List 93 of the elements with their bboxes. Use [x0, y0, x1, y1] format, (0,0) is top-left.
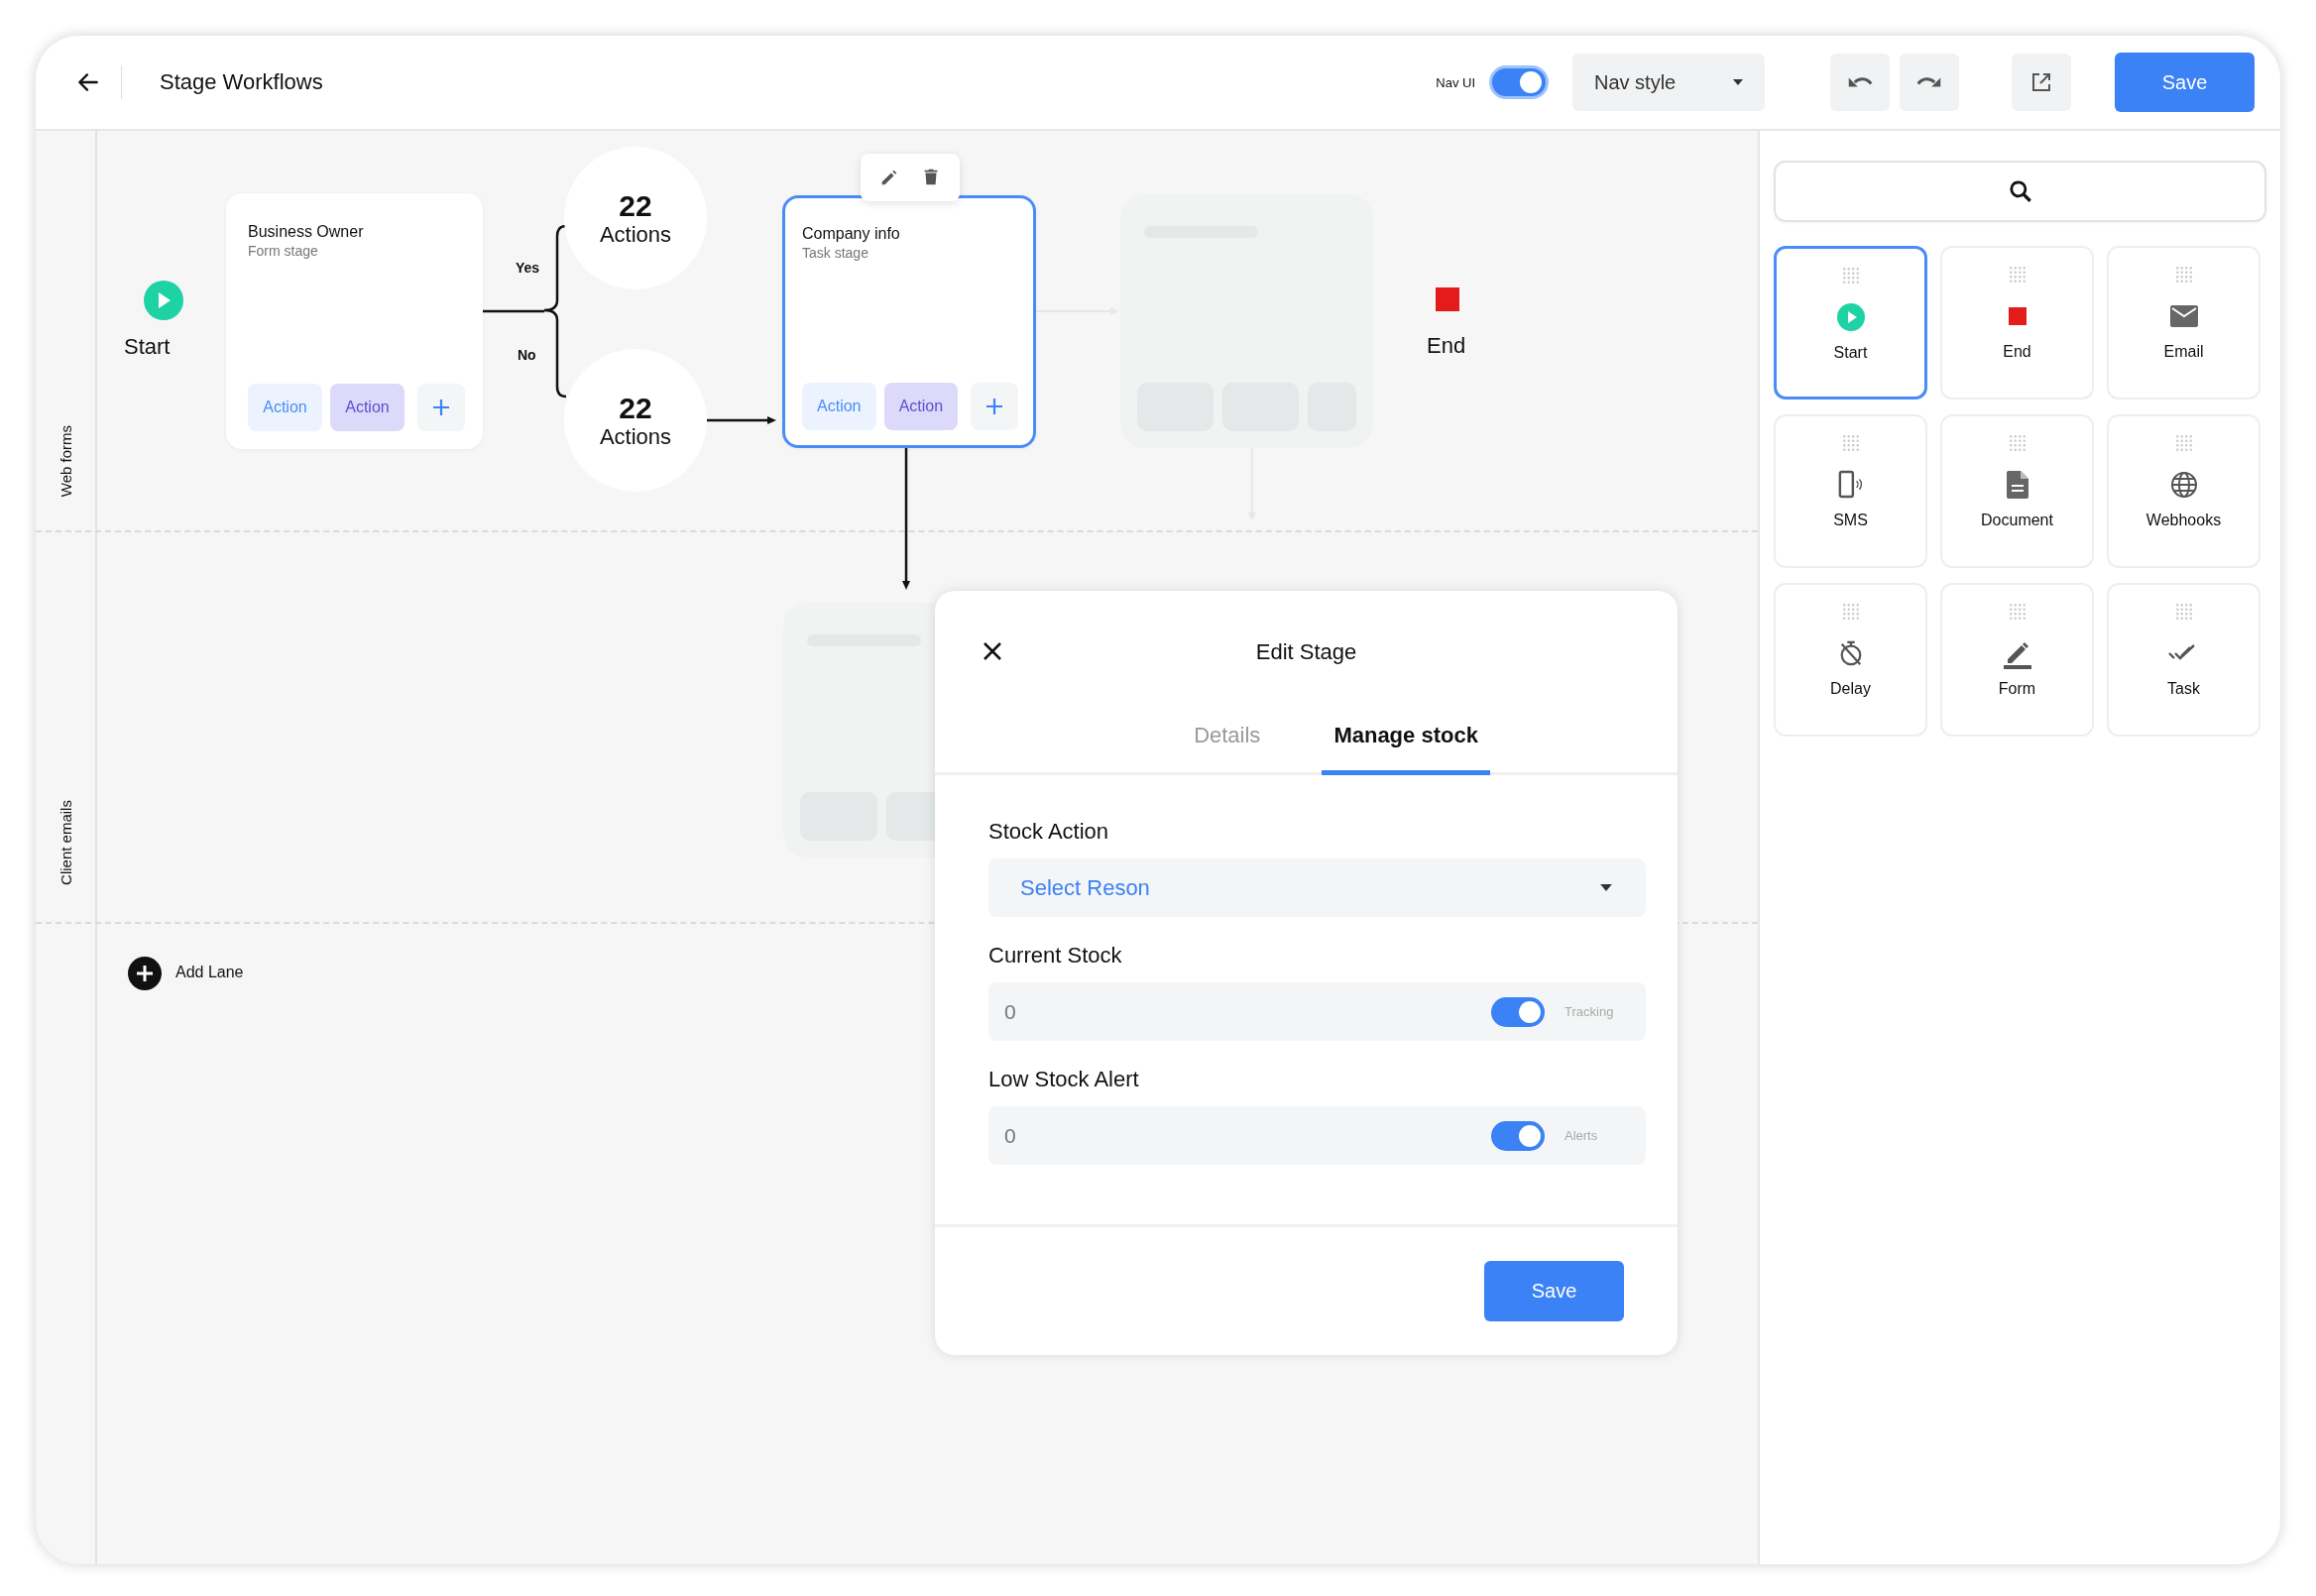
save-button[interactable]: Save [1484, 1261, 1624, 1321]
lane-label: Client emails [57, 800, 74, 885]
envelope-icon [2169, 305, 2198, 327]
stage-card[interactable]: Business Owner Form stage Action Action [226, 193, 483, 449]
add-action-button[interactable] [416, 384, 465, 431]
stage-type: Form stage [248, 243, 319, 259]
action-count: 22 [619, 391, 652, 424]
branch-label: No [518, 347, 536, 363]
number-field[interactable]: 0 Tracking [988, 982, 1646, 1041]
field-label: Stock Action [988, 819, 1110, 845]
redo-button[interactable] [1900, 54, 1959, 111]
stage-title: Business Owner [248, 223, 365, 241]
open-external-icon [2029, 70, 2053, 94]
palette-tile[interactable]: End [1940, 246, 2094, 399]
phone-icon [1837, 470, 1864, 500]
toggle-label: Tracking [1564, 1004, 1615, 1019]
document-icon [2006, 471, 2028, 499]
tile-label: Delay [1830, 680, 1871, 698]
undo-icon [1847, 76, 1873, 88]
plus-icon [431, 398, 451, 417]
palette-tile[interactable]: SMS [1774, 414, 1927, 568]
field-label: Low Stock Alert [988, 1067, 1140, 1092]
action-count-unit: Actions [599, 221, 672, 248]
drag-handle-icon[interactable] [1841, 603, 1860, 621]
stop-icon [2008, 307, 2026, 325]
tile-label: Form [1998, 680, 2036, 698]
tile-label: End [2003, 343, 2031, 361]
drag-handle-icon[interactable] [2008, 434, 2026, 452]
action-count-unit: Actions [599, 423, 672, 450]
play-icon [1836, 303, 1865, 331]
drag-handle-icon[interactable] [2008, 603, 2026, 621]
action-button[interactable]: Action [883, 383, 959, 430]
add-lane-icon[interactable] [128, 957, 162, 990]
palette-tile[interactable]: Document [1940, 414, 2094, 568]
save-button[interactable]: Save [2115, 53, 2255, 112]
palette-tile[interactable]: Form [1940, 583, 2094, 737]
palette-tile[interactable]: Email [2107, 246, 2260, 399]
drag-handle-icon[interactable] [2174, 266, 2193, 284]
tile-label: Document [1981, 512, 2053, 529]
lane-label: Web forms [57, 424, 74, 498]
field-value: 0 [1004, 1123, 1017, 1148]
palette-tile[interactable]: Delay [1774, 583, 1927, 737]
globe-icon [2169, 471, 2198, 499]
search-icon [2007, 178, 2033, 204]
nav-ui-toggle[interactable] [1489, 65, 1549, 99]
action-count-node[interactable]: 22 Actions [564, 147, 707, 289]
caret-icon [1733, 79, 1743, 85]
drag-handle-icon[interactable] [2174, 603, 2193, 621]
plus-icon [984, 397, 1005, 416]
palette-tile[interactable]: Webhooks [2107, 414, 2260, 568]
connector-arrow [707, 416, 776, 424]
palette-tile[interactable]: Task [2107, 583, 2260, 737]
tile-label: SMS [1833, 512, 1868, 529]
add-action-button[interactable] [971, 383, 1018, 430]
action-count-node[interactable]: 22 Actions [564, 349, 707, 492]
toggle-switch[interactable] [1491, 996, 1545, 1027]
number-field[interactable]: 0 Alerts [988, 1106, 1646, 1165]
action-button[interactable]: Action [330, 384, 405, 431]
drag-handle-icon[interactable] [2008, 266, 2026, 284]
stage-card[interactable]: Company info Task stage Action Action [782, 195, 1036, 448]
redo-icon [1916, 76, 1942, 88]
page-title: Stage Workflows [160, 69, 323, 95]
tile-label: Task [2167, 680, 2200, 698]
drag-handle-icon[interactable] [2174, 434, 2193, 452]
toggle-switch[interactable] [1491, 1120, 1545, 1151]
nav-style-dropdown[interactable]: Nav style [1572, 54, 1765, 111]
add-lane-link[interactable]: Add Lane [175, 964, 244, 981]
nav-ui-label: Nav UI [1436, 74, 1475, 90]
dialog-title: Edit Stage [1255, 639, 1357, 665]
open-external-button[interactable] [2012, 54, 2071, 111]
toggle-label: Alerts [1564, 1128, 1599, 1143]
start-icon [144, 281, 183, 320]
palette-tile[interactable]: Start [1774, 246, 1927, 399]
stage-title: Company info [802, 225, 901, 243]
branch-label: Yes [516, 260, 540, 276]
select-placeholder: Select Reson [1020, 874, 1150, 901]
drag-handle-icon[interactable] [1841, 267, 1860, 285]
tile-label: Email [2163, 343, 2204, 361]
caret-icon [1600, 884, 1612, 891]
search-field[interactable] [1774, 161, 2266, 222]
dialog-tab[interactable]: Manage stock [1322, 680, 1490, 775]
end-icon [1436, 287, 1459, 311]
tile-label: Webhooks [2145, 512, 2222, 529]
action-count: 22 [619, 188, 652, 222]
field-label: Current Stock [988, 943, 1123, 969]
tile-label: Start [1833, 344, 1868, 362]
undo-button[interactable] [1830, 54, 1890, 111]
end-label: End [1427, 333, 1466, 359]
field-value: 0 [1004, 999, 1017, 1024]
stage-type: Task stage [802, 245, 869, 261]
connector-line [483, 309, 544, 313]
drag-handle-icon[interactable] [1841, 434, 1860, 452]
start-label: Start [124, 334, 171, 360]
